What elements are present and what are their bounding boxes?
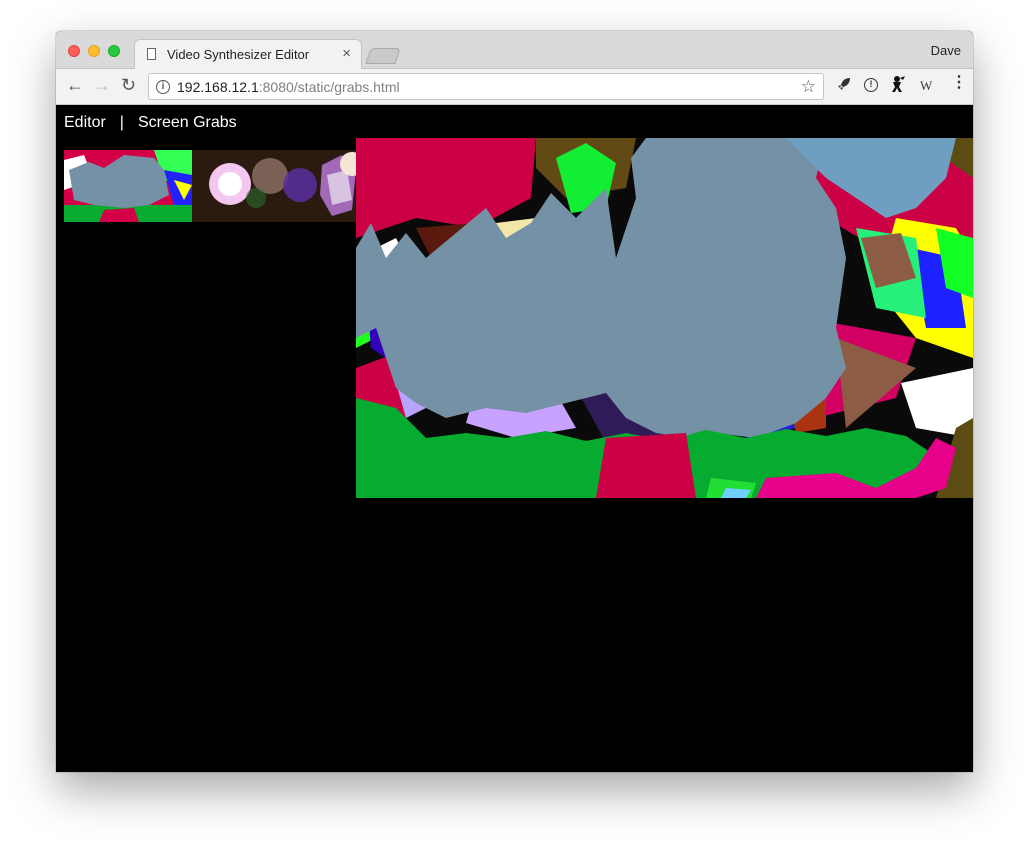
address-bar[interactable]: i 192.168.12.1:8080/static/grabs.html ☆: [148, 73, 824, 100]
grab-thumbnail-2[interactable]: [192, 150, 356, 222]
screen-grabs-link[interactable]: Screen Grabs: [138, 114, 237, 131]
rocket-extension-icon[interactable]: [836, 76, 852, 95]
info-extension-icon[interactable]: !: [864, 78, 878, 92]
top-nav: Editor | Screen Grabs: [64, 114, 237, 132]
reload-icon[interactable]: ↻: [121, 75, 136, 95]
browser-tab[interactable]: Video Synthesizer Editor ×: [134, 39, 362, 70]
zoom-window-button[interactable]: [108, 45, 120, 57]
grab-thumbnail-1[interactable]: [64, 150, 192, 222]
url-path: :8080/static/grabs.html: [258, 79, 400, 95]
tab-title: Video Synthesizer Editor: [167, 47, 310, 62]
profile-name[interactable]: Dave: [931, 43, 961, 58]
menu-icon[interactable]: ⋮: [951, 75, 967, 91]
minimize-window-button[interactable]: [88, 45, 100, 57]
url-host: 192.168.12.1: [177, 79, 259, 95]
ninja-extension-icon[interactable]: [890, 75, 906, 96]
close-window-button[interactable]: [68, 45, 80, 57]
forward-icon[interactable]: →: [93, 75, 111, 95]
info-icon[interactable]: i: [156, 80, 170, 94]
title-bar: Video Synthesizer Editor × Dave: [56, 31, 973, 70]
editor-link[interactable]: Editor: [64, 114, 106, 131]
nav-separator: |: [119, 114, 124, 131]
star-icon[interactable]: ☆: [801, 77, 816, 97]
page-icon: [147, 48, 156, 60]
back-icon[interactable]: ←: [66, 75, 84, 95]
new-tab-button[interactable]: [365, 48, 401, 64]
browser-window: Video Synthesizer Editor × Dave ← → ↻ i …: [56, 31, 973, 772]
tab-close-icon[interactable]: ×: [342, 45, 351, 62]
selected-grab-image: [356, 138, 973, 498]
page-content: Editor | Screen Grabs: [56, 105, 973, 772]
thumbnail-strip: [64, 150, 356, 222]
url-text[interactable]: 192.168.12.1:8080/static/grabs.html: [177, 79, 400, 95]
wikipedia-extension-icon[interactable]: W: [920, 78, 932, 94]
browser-toolbar: ← → ↻ i 192.168.12.1:8080/static/grabs.h…: [56, 69, 973, 105]
